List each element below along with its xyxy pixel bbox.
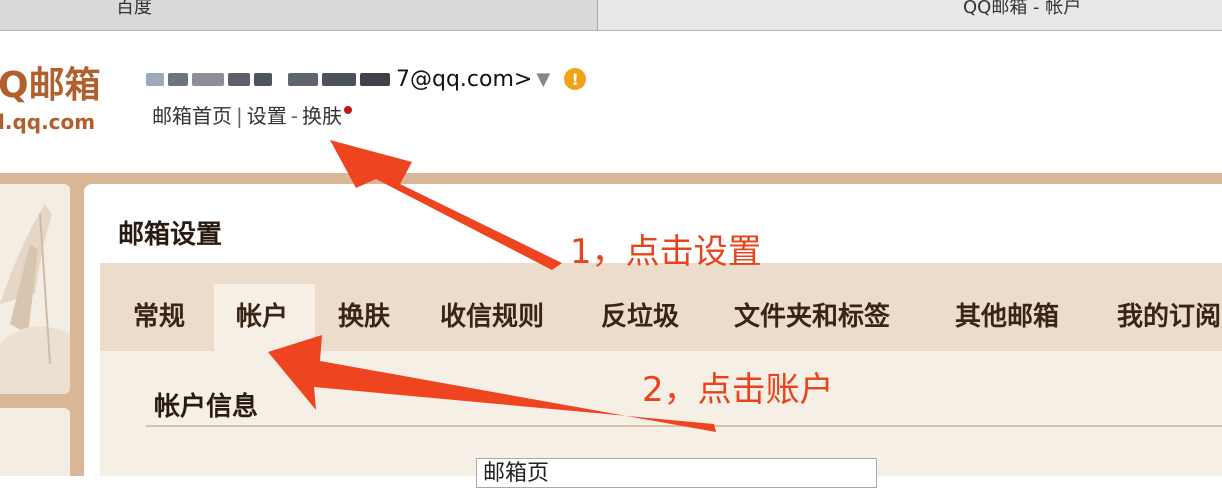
annotation-step-1: 1，点击设置 <box>570 232 762 272</box>
annotation-step-2: 2，点击账户 <box>642 370 834 410</box>
annotation-arrow-1 <box>330 140 562 270</box>
